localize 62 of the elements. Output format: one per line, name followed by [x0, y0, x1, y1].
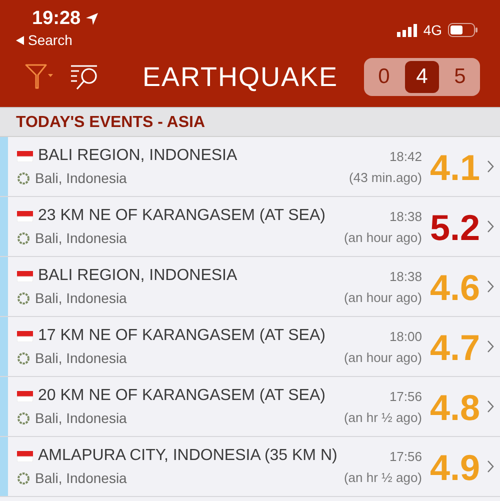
gear-icon: [17, 292, 30, 304]
event-time: 18:00: [389, 329, 422, 344]
event-time: 18:42: [389, 149, 422, 164]
event-place: 20 KM NE OF KARANGASEM (AT SEA): [38, 387, 326, 405]
chevron-icon: [486, 160, 494, 173]
event-region: Bali, Indonesia: [35, 350, 127, 366]
filter-icon[interactable]: [24, 63, 54, 91]
event-place: AMLAPURA CITY, INDONESIA (35 KM N): [38, 447, 338, 465]
chevron-icon: [486, 220, 494, 233]
event-region: Bali, Indonesia: [35, 470, 127, 486]
gear-icon: [17, 352, 30, 364]
battery-icon: [448, 23, 478, 37]
section-title: TODAY'S EVENTS - ASIA: [15, 113, 206, 132]
event-place: 17 KM NE OF KARANGASEM (AT SEA): [38, 327, 326, 345]
chevron-icon: [486, 280, 494, 293]
magnitude-value: 5.2: [428, 206, 480, 250]
app-title: EARTHQUAKE: [142, 62, 338, 92]
time-ago: (an hr ½ ago): [344, 470, 422, 485]
event-time: 17:56: [389, 449, 422, 464]
event-region: Bali, Indonesia: [35, 410, 127, 426]
event-time: 18:38: [389, 269, 422, 284]
location-arrow-icon: [84, 12, 99, 26]
time-ago: (an hour ago): [344, 290, 422, 305]
event-time: 18:38: [389, 209, 422, 224]
magnitude-value: 4.6: [428, 266, 480, 310]
gear-icon: [17, 172, 30, 184]
time-ago: (43 min.ago): [349, 170, 422, 185]
magnitude-value: 4.7: [428, 326, 480, 370]
network-type: 4G: [423, 22, 442, 38]
event-place: BALI REGION, INDONESIA: [38, 147, 238, 165]
event-place: 23 KM NE OF KARANGASEM (AT SEA): [38, 207, 326, 225]
flag-icon: [17, 390, 33, 402]
magnitude-value: 4.8: [428, 386, 480, 430]
chevron-icon: [486, 400, 494, 413]
gear-icon: [17, 472, 30, 484]
flag-icon: [17, 270, 33, 282]
magnitude-option[interactable]: 0: [367, 61, 401, 93]
gear-icon: [17, 232, 30, 244]
signal-icon: [397, 24, 418, 36]
event-time: 17:56: [389, 389, 422, 404]
flag-icon: [17, 150, 33, 162]
caret-icon: [16, 36, 24, 44]
flag-icon: [17, 450, 33, 462]
event-region: Bali, Indonesia: [35, 170, 127, 186]
time-ago: (an hour ago): [344, 350, 422, 365]
magnitude-value: 4.9: [428, 446, 480, 490]
gear-icon: [17, 412, 30, 424]
chevron-icon: [486, 460, 494, 473]
flag-icon: [17, 330, 33, 342]
event-region: Bali, Indonesia: [35, 230, 127, 246]
chevron-icon: [486, 340, 494, 353]
magnitude-value: 4.1: [428, 146, 480, 190]
flag-icon: [17, 210, 33, 222]
event-region: Bali, Indonesia: [35, 290, 127, 306]
event-place: BALI REGION, INDONESIA: [38, 267, 238, 285]
time-ago: (an hour ago): [344, 230, 422, 245]
back-link[interactable]: Search: [16, 32, 99, 48]
magnitude-option[interactable]: 5: [443, 61, 477, 93]
clock-time: 19:28: [32, 8, 81, 30]
magnitude-option[interactable]: 4: [405, 61, 439, 93]
search-list-icon[interactable]: [70, 63, 100, 91]
time-ago: (an hr ½ ago): [344, 410, 422, 425]
